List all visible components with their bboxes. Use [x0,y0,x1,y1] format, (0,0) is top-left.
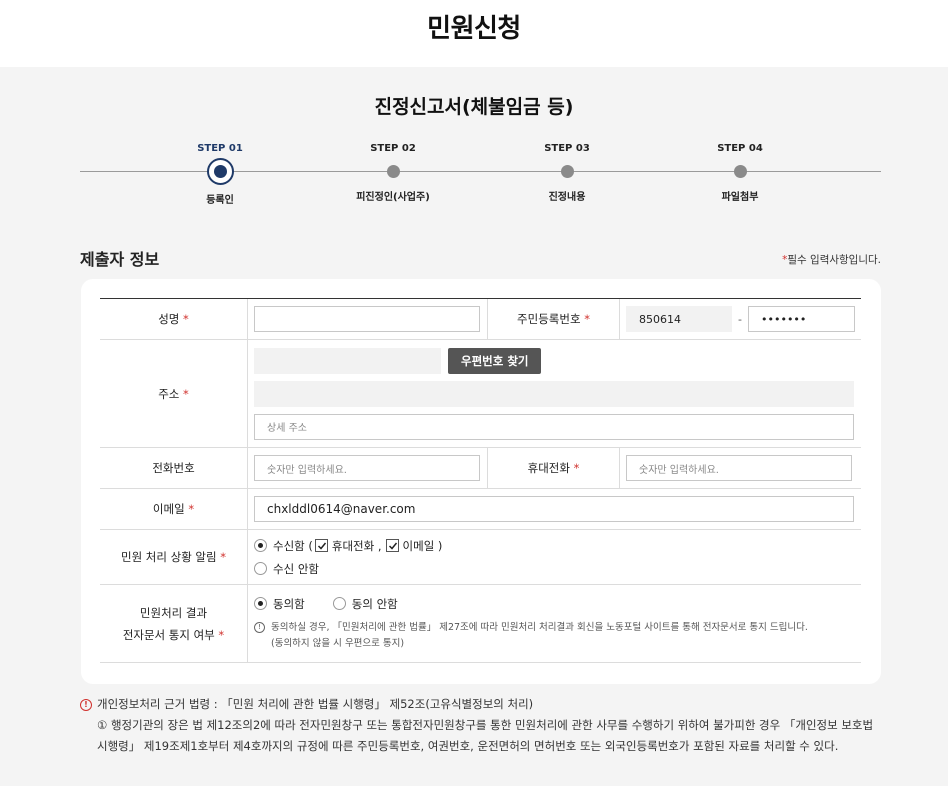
name-input[interactable] [254,306,480,332]
warning-icon: ! [80,698,92,711]
step-2: STEP 02 피진정인(사업주) [323,140,463,203]
step-label: STEP 02 [370,143,416,154]
notify-label: 민원 처리 상황 알림 * [100,530,248,584]
form-title: 진정신고서(체불임금 등) [374,96,574,118]
mobile-input[interactable]: 숫자만 입력하세요. [626,455,852,481]
zipcode-search-button[interactable]: 우편번호 찾기 [448,347,542,374]
edoc-agree-radio[interactable] [254,597,267,610]
step-4: STEP 04 파일첨부 [670,140,810,203]
step-dot-active [206,158,234,185]
notify-receive-radio[interactable] [254,539,267,552]
row-edoc: 민원처리 결과 전자문서 통지 여부 * 동의함 동의 안함 ! 동의하실 경우… [100,585,861,663]
required-note: *필수 입력사항입니다. [782,254,881,266]
submitter-form: 성명 * 주민등록번호 * 850614 - ••••••• 주소 * 우편번호… [100,298,861,663]
step-dot [733,165,747,178]
row-phones: 전화번호 숫자만 입력하세요. 휴대전화 * 숫자만 입력하세요. [100,448,861,489]
rrn-label: 주민등록번호 * [487,299,620,339]
step-label: STEP 04 [717,143,763,154]
submitter-info-card: 성명 * 주민등록번호 * 850614 - ••••••• 주소 * 우편번호… [81,279,881,684]
address-label: 주소 * [100,340,248,447]
info-icon: ! [254,621,265,633]
step-dot [386,165,400,178]
edoc-disagree-radio[interactable] [332,597,346,610]
name-label: 성명 * [100,299,248,339]
step-name: 피진정인(사업주) [356,192,430,203]
row-name-rrn: 성명 * 주민등록번호 * 850614 - ••••••• [100,299,861,340]
page-title: 민원신청 [427,14,521,44]
address-detail-input[interactable]: 상세 주소 [254,413,854,440]
address-input[interactable] [254,380,854,407]
rrn-separator: - [738,312,742,326]
edoc-notice: ! 동의하실 경우, 「민원처리에 관한 법률」 제27조에 따라 민원처리 처… [254,620,808,652]
zipcode-input[interactable] [254,347,441,374]
notify-email-checkbox[interactable] [385,539,399,552]
step-dot [560,165,574,178]
edoc-label: 민원처리 결과 전자문서 통지 여부 * [100,585,248,662]
step-name: 등록인 [206,195,234,206]
row-email: 이메일 * chxlddl0614@naver.com [100,489,861,530]
notify-no-receive-radio[interactable] [254,562,267,575]
rrn-back-input[interactable]: ••••••• [747,306,855,332]
step-name: 파일첨부 [721,192,759,203]
step-3: STEP 03 진정내용 [497,140,637,203]
phone-input[interactable]: 숫자만 입력하세요. [254,455,480,481]
email-label: 이메일 * [100,489,248,529]
step-name: 진정내용 [548,192,586,203]
row-address: 주소 * 우편번호 찾기 상세 주소 [100,340,861,448]
email-input[interactable]: chxlddl0614@naver.com [254,496,854,522]
privacy-notice: ! 개인정보처리 근거 법령 : 「민원 처리에 관한 법률 시행령」 제52조… [80,694,880,757]
section-title: 제출자 정보 [80,250,160,269]
step-label: STEP 03 [544,143,590,154]
phone-label: 전화번호 [100,448,248,488]
step-1: STEP 01 등록인 [150,140,290,206]
stepper: STEP 01 등록인 STEP 02 피진정인(사업주) STEP 03 진정… [80,140,881,210]
mobile-label: 휴대전화 * [487,448,620,488]
rrn-front-input[interactable]: 850614 [626,306,732,332]
notify-mobile-checkbox[interactable] [314,539,328,552]
row-notify: 민원 처리 상황 알림 * 수신함 ( 휴대전화 , 이메일 ) 수신 안함 [100,530,861,585]
